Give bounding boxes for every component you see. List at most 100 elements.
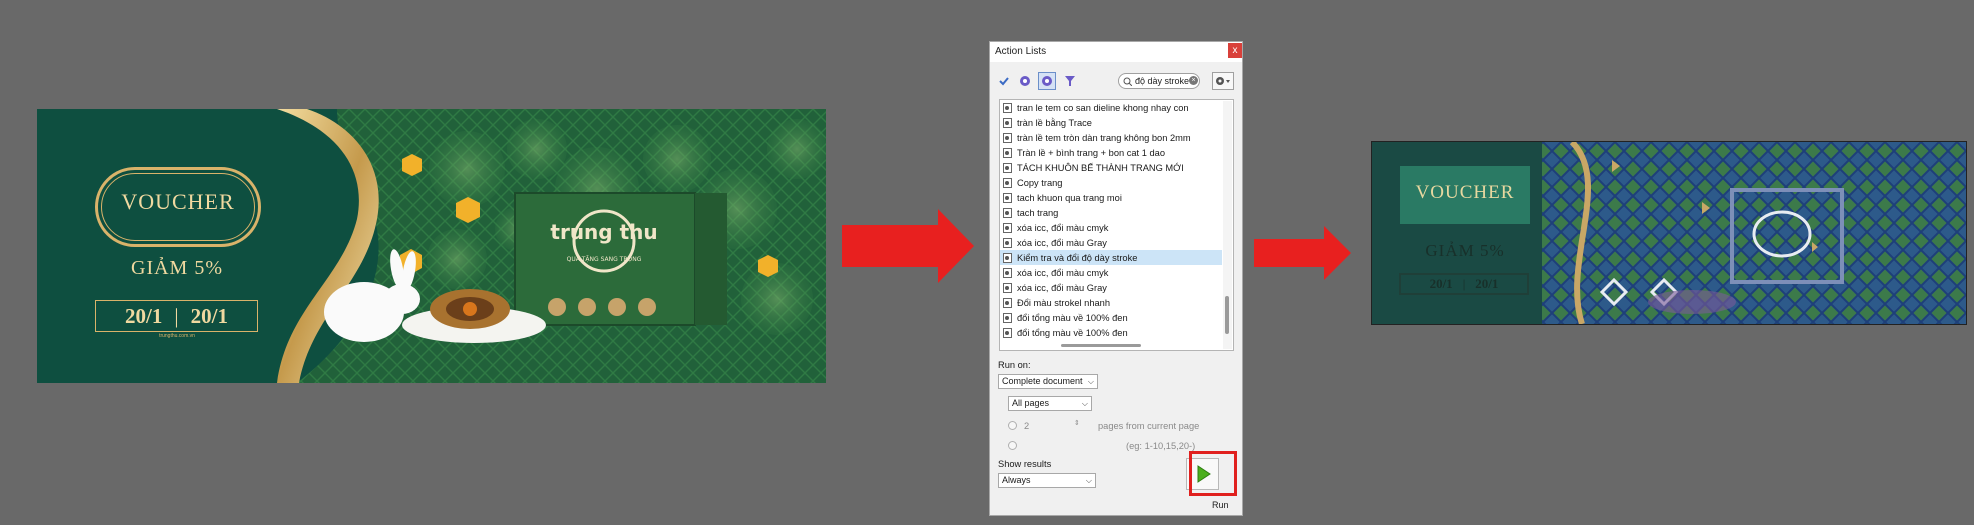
action-list-item[interactable]: đổi tổng màu về 100% đen <box>1000 310 1222 325</box>
action-item-label: Tràn lề + bình trang + bon cat 1 dao <box>1017 147 1165 158</box>
action-list-item[interactable]: tran le tem co san dieline khong nhay co… <box>1000 100 1222 115</box>
date-end: 20/1 <box>190 303 228 328</box>
list-vertical-scrollbar[interactable] <box>1223 101 1232 349</box>
action-list-item[interactable]: xóa icc, đổi màu cmyk <box>1000 265 1222 280</box>
action-item-label: tràn lề bằng Trace <box>1017 117 1092 128</box>
pages-dropdown[interactable]: All pages ⌵ <box>1008 396 1092 411</box>
result-discount-text: GIẢM 5% <box>1425 241 1505 260</box>
action-lists-dialog: Action Lists x độ dày stroke × tran le t… <box>989 41 1243 516</box>
chevron-down-icon: ⌵ <box>1085 476 1092 485</box>
globe-icon <box>1020 76 1030 86</box>
arrow-right-icon <box>842 209 974 283</box>
dialog-title: Action Lists <box>995 46 1047 57</box>
action-file-icon <box>1003 207 1012 218</box>
range-hint: (eg: 1-10,15,20-) <box>1126 441 1196 451</box>
dialog-titlebar: Action Lists x <box>990 42 1242 62</box>
action-file-icon <box>1003 102 1012 113</box>
action-file-icon <box>1003 312 1012 323</box>
action-item-label: đổi tổng màu về 100% đen <box>1017 327 1128 338</box>
action-item-label: xóa icc, đổi màu cmyk <box>1017 267 1109 278</box>
globe-filter-button[interactable] <box>1016 72 1034 90</box>
result-voucher-image: VOUCHER GIẢM 5% 20/1 | 20/1 <box>1371 141 1967 325</box>
action-file-icon <box>1003 132 1012 143</box>
show-results-label: Show results <box>998 459 1052 469</box>
action-file-icon <box>1003 162 1012 173</box>
gear-dropdown-icon <box>1216 77 1230 85</box>
box-subtitle-text: QUÀ TẶNG SANG TRỌNG <box>567 256 642 263</box>
action-list-item[interactable]: xóa icc, đổi màu cmyk <box>1000 220 1222 235</box>
action-list-item[interactable]: xóa icc, đổi màu Gray <box>1000 280 1222 295</box>
action-list-item[interactable]: tach trang <box>1000 205 1222 220</box>
pages-value: All pages <box>1012 398 1050 408</box>
action-file-icon <box>1003 192 1012 203</box>
action-item-label: TÁCH KHUÔN BẾ THÀNH TRANG MỚI <box>1017 162 1184 173</box>
run-on-dropdown[interactable]: Complete document ⌵ <box>998 374 1098 389</box>
result-date-separator: | <box>1462 276 1466 291</box>
run-on-value: Complete document <box>1002 376 1083 386</box>
action-file-icon <box>1003 282 1012 293</box>
action-file-icon <box>1003 327 1012 338</box>
action-item-label: đổi tổng màu về 100% đen <box>1017 312 1128 323</box>
search-field[interactable]: độ dày stroke × <box>1118 73 1200 89</box>
action-file-icon <box>1003 147 1012 158</box>
action-item-label: Đổi màu strokel nhanh <box>1017 297 1111 308</box>
result-date-box: 20/1 | 20/1 <box>1400 274 1528 294</box>
action-item-label: tràn lề tem tròn dàn trang không bon 2mm <box>1017 132 1191 143</box>
action-list-item[interactable]: xóa icc, đổi màu Gray <box>1000 235 1222 250</box>
options-menu-button[interactable] <box>1212 72 1234 90</box>
action-list-item[interactable]: Kiểm tra và đổi độ dày stroke <box>1000 250 1222 265</box>
discount-text: GIẢM 5% <box>131 257 223 279</box>
check-filter-button[interactable] <box>995 72 1013 90</box>
date-separator: | <box>174 303 179 328</box>
result-voucher-label: VOUCHER <box>1415 182 1515 203</box>
result-date-start: 20/1 <box>1429 276 1453 291</box>
search-icon <box>1123 77 1132 86</box>
original-voucher-image: trung thu QUÀ TẶNG SANG TRỌNG VOUCHER GI… <box>37 109 826 383</box>
action-item-label: xóa icc, đổi màu Gray <box>1017 282 1107 293</box>
clear-search-icon[interactable]: × <box>1189 76 1198 85</box>
action-list-item[interactable]: Copy trang <box>1000 175 1222 190</box>
funnel-filter-button[interactable] <box>1061 72 1079 90</box>
action-list-item[interactable]: tràn lề tem tròn dàn trang không bon 2mm <box>1000 130 1222 145</box>
action-file-icon <box>1003 297 1012 308</box>
run-on-label: Run on: <box>998 360 1031 370</box>
action-file-icon <box>1003 267 1012 278</box>
scrollbar-thumb[interactable] <box>1225 296 1229 334</box>
action-item-label: xóa icc, đổi màu cmyk <box>1017 222 1109 233</box>
chevron-down-icon: ⌵ <box>1087 377 1094 386</box>
action-file-icon <box>1003 117 1012 128</box>
action-file-icon <box>1003 177 1012 188</box>
action-file-icon <box>1003 237 1012 248</box>
stepper-arrows-icon[interactable]: ⇕ <box>1074 419 1080 427</box>
run-label: Run <box>1212 500 1229 510</box>
action-item-label: xóa icc, đổi màu Gray <box>1017 237 1107 248</box>
show-results-value: Always <box>1002 475 1031 485</box>
list-horizontal-scrollbar[interactable] <box>1061 344 1141 347</box>
pages-count-value[interactable]: 2 <box>1024 421 1029 431</box>
show-results-dropdown[interactable]: Always ⌵ <box>998 473 1096 488</box>
action-list-item[interactable]: TÁCH KHUÔN BẾ THÀNH TRANG MỚI <box>1000 160 1222 175</box>
arrow-right-icon <box>1254 226 1351 280</box>
gear-icon <box>1042 76 1052 86</box>
close-button[interactable]: x <box>1228 43 1242 58</box>
action-list-item[interactable]: tràn lề bằng Trace <box>1000 115 1222 130</box>
result-date-end: 20/1 <box>1475 276 1499 291</box>
action-item-label: tach trang <box>1017 207 1059 218</box>
action-list-item[interactable]: Tràn lề + bình trang + bon cat 1 dao <box>1000 145 1222 160</box>
funnel-icon <box>1065 76 1075 86</box>
fine-print: trungthu.com.vn <box>159 333 195 339</box>
settings-filter-button[interactable] <box>1038 72 1056 90</box>
chevron-down-icon: ⌵ <box>1081 399 1088 408</box>
action-list-item[interactable]: Đổi màu strokel nhanh <box>1000 295 1222 310</box>
action-item-label: tach khuon qua trang moi <box>1017 192 1122 203</box>
action-file-icon <box>1003 252 1012 263</box>
search-input-value[interactable]: độ dày stroke <box>1135 76 1189 86</box>
result-artwork <box>1372 142 1966 324</box>
run-button-highlight <box>1189 451 1237 496</box>
action-list-item[interactable]: đổi tổng màu về 100% đen <box>1000 325 1222 340</box>
pages-from-radio[interactable] <box>1008 421 1017 430</box>
action-list-item[interactable]: tach khuon qua trang moi <box>1000 190 1222 205</box>
checkmark-icon <box>999 77 1009 86</box>
action-list[interactable]: tran le tem co san dieline khong nhay co… <box>999 99 1234 351</box>
page-range-radio[interactable] <box>1008 441 1017 450</box>
